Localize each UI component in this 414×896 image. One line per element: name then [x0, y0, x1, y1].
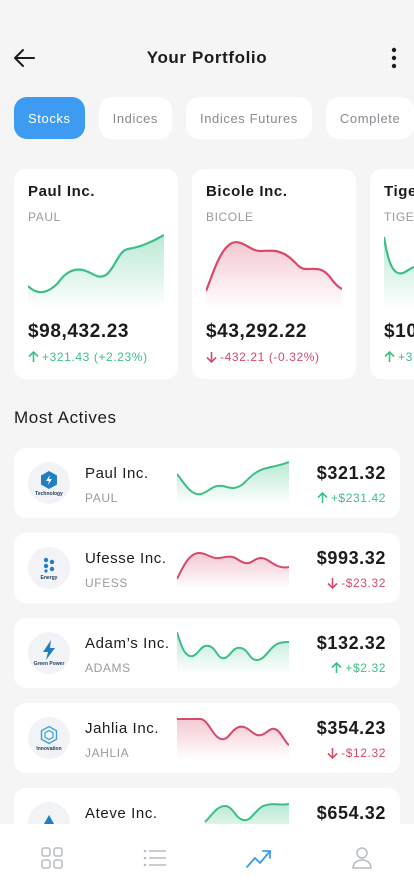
- stock-ticker: PAUL: [85, 491, 118, 505]
- page-title: Your Portfolio: [146, 48, 268, 67]
- tab-complete[interactable]: Complete: [325, 97, 414, 139]
- stock-price: $98,432.23: [28, 321, 130, 342]
- stock-ticker: TIGE: [384, 210, 414, 224]
- arrow-up-icon: [331, 662, 342, 673]
- most-actives-list: Technology Paul Inc. PAUL $321.32 +$231.…: [14, 448, 400, 873]
- stock-price: $10: [384, 321, 414, 342]
- change-value: -$23.32: [341, 576, 386, 590]
- portfolio-card[interactable]: Bicole Inc. BICOLE $43,292.22 -432.21 (-…: [192, 169, 356, 379]
- bottom-navigation: [0, 824, 414, 896]
- sparkline-chart: [177, 631, 289, 674]
- arrow-up-icon: [317, 492, 328, 503]
- stock-name: Jahlia Inc.: [85, 720, 160, 737]
- user-icon: [352, 847, 373, 869]
- company-logo: Technology: [28, 462, 70, 504]
- hexagon-network-icon: [40, 725, 58, 744]
- list-item[interactable]: Technology Paul Inc. PAUL $321.32 +$231.…: [14, 448, 400, 518]
- grid-icon: [41, 847, 63, 869]
- change-value: -$12.32: [341, 746, 386, 760]
- tab-stocks[interactable]: Stocks: [14, 97, 85, 139]
- sparkline-chart: [28, 234, 164, 309]
- stock-name: Tige: [384, 183, 414, 200]
- arrow-down-icon: [206, 352, 217, 363]
- category-tabs: Stocks Indices Indices Futures Complete: [14, 97, 414, 139]
- stock-name: Paul Inc.: [28, 183, 96, 200]
- stock-ticker: JAHLIA: [85, 746, 130, 760]
- company-logo: Innovation: [28, 717, 70, 759]
- portfolio-carousel[interactable]: Paul Inc. PAUL $98,432.23 +321.43 (+2.23…: [14, 169, 414, 383]
- company-category: Energy: [40, 574, 58, 581]
- lightning-icon: [43, 639, 55, 660]
- sparkline-chart: [206, 241, 342, 309]
- portfolio-card[interactable]: Tige TIGE $10 +3: [370, 169, 414, 379]
- hexagon-bolt-icon: [41, 470, 57, 489]
- company-category: Technology: [35, 490, 63, 497]
- company-logo: Green Power: [28, 632, 70, 674]
- nav-profile[interactable]: [342, 838, 382, 878]
- stock-change: -$23.32: [327, 576, 386, 590]
- stock-price: $43,292.22: [206, 321, 308, 342]
- stock-name: Adam’s Inc.: [85, 635, 170, 652]
- sparkline-chart: [177, 551, 289, 589]
- stock-change: +$231.42: [317, 491, 386, 505]
- stock-change: -$12.32: [327, 746, 386, 760]
- more-vertical-icon: [391, 47, 397, 69]
- stock-change: -432.21 (-0.32%): [206, 350, 320, 364]
- sparkline-chart: [177, 718, 289, 759]
- stock-ticker: BICOLE: [206, 210, 254, 224]
- arrow-up-icon: [28, 351, 39, 362]
- change-value: -432.21 (-0.32%): [220, 350, 320, 364]
- list-item[interactable]: Green Power Adam’s Inc. ADAMS $132.32 +$…: [14, 618, 400, 688]
- stock-change: +3: [384, 350, 413, 364]
- tab-indices[interactable]: Indices: [98, 97, 173, 139]
- sparkline-chart: [177, 461, 289, 504]
- company-logo: Energy: [28, 547, 70, 589]
- header: Your Portfolio: [0, 0, 414, 90]
- arrow-up-icon: [384, 351, 395, 362]
- stock-price: $321.32: [316, 463, 386, 483]
- stock-ticker: ADAMS: [85, 661, 131, 675]
- stock-name: Paul Inc.: [85, 465, 149, 482]
- more-options-button[interactable]: [382, 42, 406, 74]
- nav-list[interactable]: [135, 838, 175, 878]
- list-item[interactable]: Energy Ufesse Inc. UFESS $993.32 -$23.32: [14, 533, 400, 603]
- nav-markets[interactable]: [239, 838, 279, 878]
- change-value: +321.43 (+2.23%): [42, 350, 148, 364]
- company-category: Green Power: [33, 660, 65, 667]
- change-value: +$2.32: [345, 661, 386, 675]
- stock-price: $654.32: [316, 803, 386, 823]
- list-icon: [143, 849, 167, 867]
- stock-change: +321.43 (+2.23%): [28, 350, 148, 364]
- nav-dashboard[interactable]: [32, 838, 72, 878]
- arrow-down-icon: [327, 748, 338, 759]
- arrow-down-icon: [327, 578, 338, 589]
- stock-price: $132.32: [316, 633, 386, 653]
- change-value: +$231.42: [330, 491, 386, 505]
- stock-price: $993.32: [316, 548, 386, 568]
- stock-ticker: UFESS: [85, 576, 129, 590]
- portfolio-card[interactable]: Paul Inc. PAUL $98,432.23 +321.43 (+2.23…: [14, 169, 178, 379]
- trend-chart-icon: [245, 850, 271, 868]
- company-category: Innovation: [36, 745, 62, 752]
- change-value: +3: [398, 350, 413, 364]
- stock-change: +$2.32: [331, 661, 386, 675]
- section-title: Most Actives: [14, 408, 117, 427]
- stock-name: Bicole Inc.: [206, 183, 288, 200]
- sparkline-chart: [384, 236, 414, 309]
- tab-indices-futures[interactable]: Indices Futures: [186, 97, 312, 139]
- list-item[interactable]: Innovation Jahlia Inc. JAHLIA $354.23 -$…: [14, 703, 400, 773]
- stock-price: $354.23: [316, 718, 386, 738]
- stock-ticker: PAUL: [28, 210, 61, 224]
- dots-cluster-icon: [43, 557, 55, 573]
- stock-name: Ufesse Inc.: [85, 550, 167, 567]
- stock-name: Ateve Inc.: [85, 805, 158, 822]
